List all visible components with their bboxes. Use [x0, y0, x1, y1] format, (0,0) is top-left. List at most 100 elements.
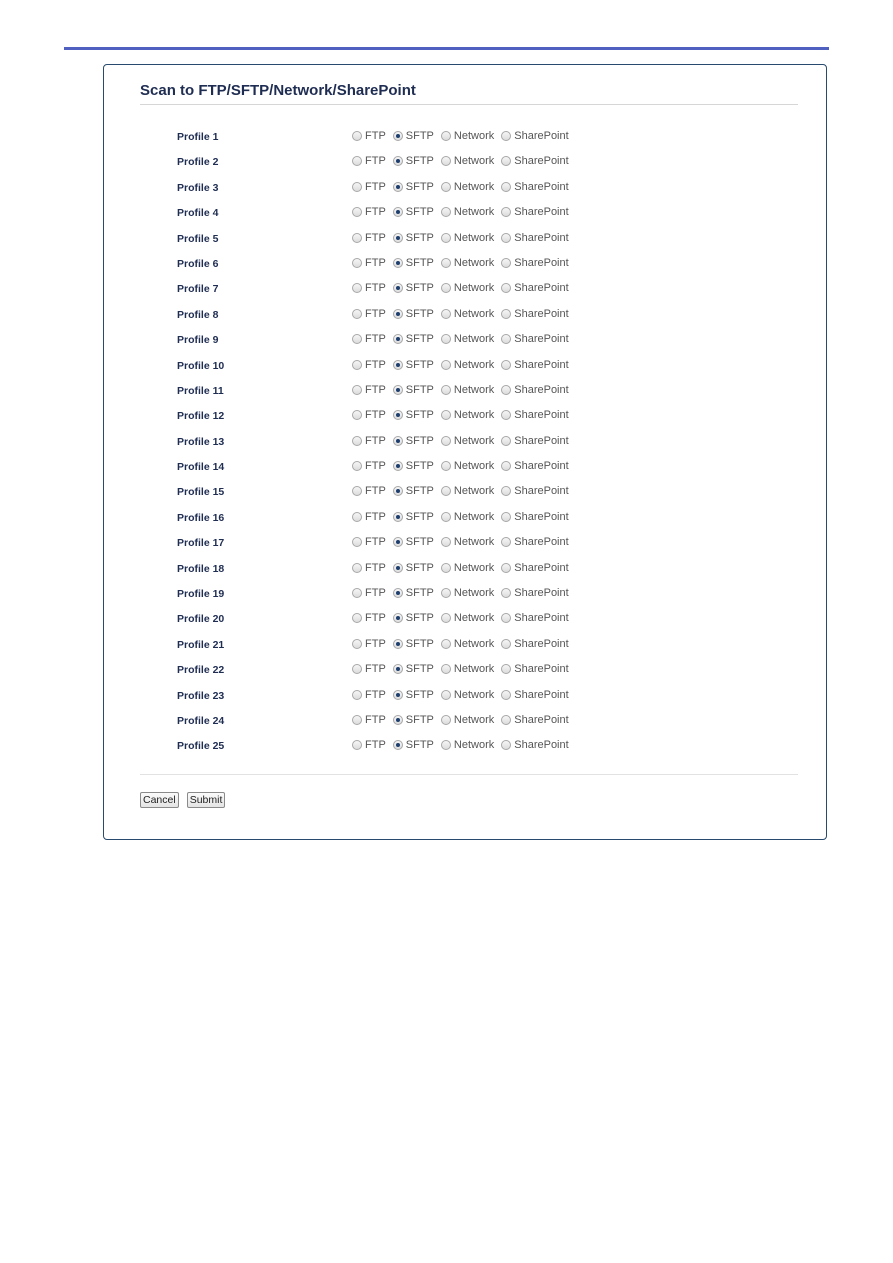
protocol-option-ftp[interactable]: FTP	[352, 638, 386, 650]
protocol-option-sharepoint[interactable]: SharePoint	[501, 206, 569, 218]
radio-ftp[interactable]	[352, 181, 362, 192]
protocol-option-network[interactable]: Network	[440, 612, 494, 624]
protocol-option-sharepoint[interactable]: SharePoint	[501, 257, 569, 269]
radio-sftp[interactable]	[392, 511, 403, 522]
protocol-option-sharepoint[interactable]: SharePoint	[501, 739, 569, 751]
protocol-option-sftp[interactable]: SFTP	[392, 384, 434, 396]
protocol-option-network[interactable]: Network	[440, 435, 494, 447]
submit-button[interactable]: Submit	[186, 792, 226, 808]
protocol-option-sftp[interactable]: SFTP	[392, 663, 434, 675]
protocol-option-sharepoint[interactable]: SharePoint	[501, 282, 569, 294]
radio-sftp[interactable]	[392, 714, 403, 725]
radio-network[interactable]	[440, 613, 451, 624]
radio-ftp[interactable]	[352, 435, 362, 446]
protocol-option-ftp[interactable]: FTP	[352, 663, 386, 675]
radio-sftp[interactable]	[392, 435, 403, 446]
protocol-option-network[interactable]: Network	[440, 638, 494, 650]
radio-ftp[interactable]	[352, 638, 362, 649]
radio-sftp[interactable]	[392, 689, 403, 700]
radio-sftp[interactable]	[392, 537, 403, 548]
radio-sftp[interactable]	[392, 384, 403, 395]
protocol-option-network[interactable]: Network	[440, 333, 494, 345]
protocol-option-network[interactable]: Network	[440, 181, 494, 193]
protocol-option-sharepoint[interactable]: SharePoint	[501, 308, 569, 320]
protocol-option-ftp[interactable]: FTP	[352, 587, 386, 599]
radio-ftp[interactable]	[352, 537, 362, 548]
radio-sharepoint[interactable]	[501, 156, 512, 167]
radio-sharepoint[interactable]	[501, 334, 512, 345]
protocol-option-network[interactable]: Network	[440, 130, 494, 142]
radio-sharepoint[interactable]	[501, 410, 512, 421]
protocol-option-ftp[interactable]: FTP	[352, 511, 386, 523]
radio-network[interactable]	[440, 714, 451, 725]
radio-ftp[interactable]	[352, 740, 362, 751]
radio-sftp[interactable]	[392, 613, 403, 624]
protocol-option-network[interactable]: Network	[440, 232, 494, 244]
radio-sharepoint[interactable]	[501, 537, 512, 548]
radio-ftp[interactable]	[352, 410, 362, 421]
protocol-option-ftp[interactable]: FTP	[352, 282, 386, 294]
protocol-option-network[interactable]: Network	[440, 714, 494, 726]
protocol-option-network[interactable]: Network	[440, 739, 494, 751]
radio-sftp[interactable]	[392, 283, 403, 294]
radio-ftp[interactable]	[352, 689, 362, 700]
radio-sharepoint[interactable]	[501, 257, 512, 268]
radio-sharepoint[interactable]	[501, 689, 512, 700]
protocol-option-network[interactable]: Network	[440, 485, 494, 497]
protocol-option-sftp[interactable]: SFTP	[392, 536, 434, 548]
radio-sftp[interactable]	[392, 740, 403, 751]
radio-sharepoint[interactable]	[501, 181, 512, 192]
radio-network[interactable]	[440, 156, 451, 167]
protocol-option-network[interactable]: Network	[440, 536, 494, 548]
radio-sharepoint[interactable]	[501, 232, 512, 243]
protocol-option-sharepoint[interactable]: SharePoint	[501, 536, 569, 548]
protocol-option-sftp[interactable]: SFTP	[392, 689, 434, 701]
radio-network[interactable]	[440, 511, 451, 522]
radio-sharepoint[interactable]	[501, 384, 512, 395]
radio-ftp[interactable]	[352, 257, 362, 268]
protocol-option-sharepoint[interactable]: SharePoint	[501, 359, 569, 371]
protocol-option-ftp[interactable]: FTP	[352, 612, 386, 624]
protocol-option-ftp[interactable]: FTP	[352, 333, 386, 345]
radio-sftp[interactable]	[392, 131, 403, 141]
radio-sftp[interactable]	[392, 588, 403, 599]
radio-sharepoint[interactable]	[501, 207, 512, 218]
radio-ftp[interactable]	[352, 334, 362, 345]
radio-sharepoint[interactable]	[501, 131, 512, 141]
protocol-option-sftp[interactable]: SFTP	[392, 638, 434, 650]
protocol-option-sftp[interactable]: SFTP	[392, 359, 434, 371]
protocol-option-ftp[interactable]: FTP	[352, 206, 386, 218]
radio-sftp[interactable]	[392, 562, 403, 573]
protocol-option-sharepoint[interactable]: SharePoint	[501, 384, 569, 396]
radio-ftp[interactable]	[352, 486, 362, 497]
protocol-option-sharepoint[interactable]: SharePoint	[501, 232, 569, 244]
protocol-option-sftp[interactable]: SFTP	[392, 435, 434, 447]
protocol-option-network[interactable]: Network	[440, 257, 494, 269]
radio-network[interactable]	[440, 740, 451, 751]
protocol-option-sftp[interactable]: SFTP	[392, 333, 434, 345]
protocol-option-ftp[interactable]: FTP	[352, 435, 386, 447]
protocol-option-sharepoint[interactable]: SharePoint	[501, 333, 569, 345]
radio-sftp[interactable]	[392, 181, 403, 192]
protocol-option-ftp[interactable]: FTP	[352, 257, 386, 269]
radio-sftp[interactable]	[392, 308, 403, 319]
radio-network[interactable]	[440, 359, 451, 370]
protocol-option-network[interactable]: Network	[440, 384, 494, 396]
protocol-option-network[interactable]: Network	[440, 206, 494, 218]
protocol-option-network[interactable]: Network	[440, 282, 494, 294]
radio-sharepoint[interactable]	[501, 613, 512, 624]
protocol-option-ftp[interactable]: FTP	[352, 460, 386, 472]
protocol-option-network[interactable]: Network	[440, 587, 494, 599]
protocol-option-sharepoint[interactable]: SharePoint	[501, 638, 569, 650]
protocol-option-sharepoint[interactable]: SharePoint	[501, 714, 569, 726]
radio-sftp[interactable]	[392, 207, 403, 218]
protocol-option-sftp[interactable]: SFTP	[392, 587, 434, 599]
radio-sftp[interactable]	[392, 461, 403, 472]
radio-sharepoint[interactable]	[501, 359, 512, 370]
radio-network[interactable]	[440, 689, 451, 700]
radio-network[interactable]	[440, 562, 451, 573]
radio-network[interactable]	[440, 384, 451, 395]
radio-ftp[interactable]	[352, 308, 362, 319]
radio-sharepoint[interactable]	[501, 588, 512, 599]
radio-ftp[interactable]	[352, 714, 362, 725]
